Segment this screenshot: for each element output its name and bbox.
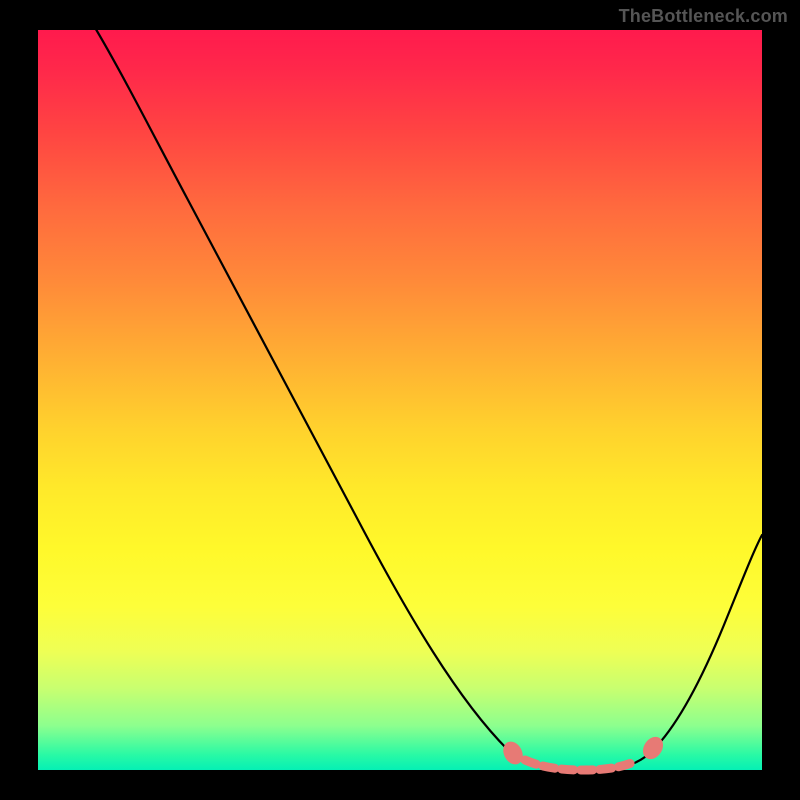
highlight-dash — [525, 760, 636, 770]
chart-svg — [38, 30, 762, 770]
plot-area — [38, 30, 762, 770]
chart-frame: TheBottleneck.com — [0, 0, 800, 800]
watermark-label: TheBottleneck.com — [619, 6, 788, 27]
bottleneck-curve — [88, 16, 762, 770]
